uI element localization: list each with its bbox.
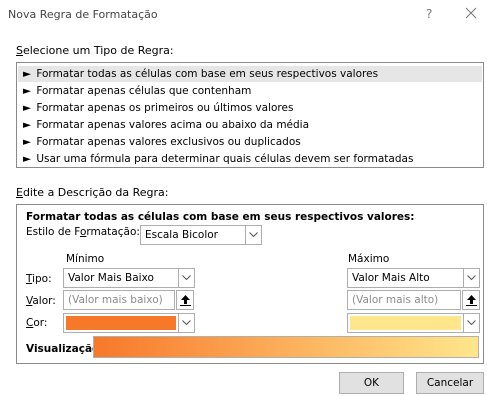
chevron-down-icon[interactable]	[178, 314, 194, 332]
arrow-right-icon: ►	[23, 85, 32, 97]
arrow-right-icon: ►	[23, 153, 32, 165]
chevron-down-icon[interactable]	[463, 269, 479, 287]
rule-type-item[interactable]: ► Usar uma fórmula para determinar quais…	[18, 151, 482, 167]
color-label: Cor:	[26, 317, 48, 329]
format-style-label: Estilo de Formatação:	[26, 226, 140, 238]
rule-type-item[interactable]: ► Formatar apenas valores acima ou abaix…	[18, 117, 482, 133]
close-icon[interactable]	[462, 4, 480, 22]
maximum-header: Máximo	[348, 253, 390, 265]
rule-type-list[interactable]: ► Formatar todas as células com base em …	[16, 62, 484, 168]
chevron-down-icon[interactable]	[178, 269, 194, 287]
maximum-type-select[interactable]: Valor Mais Alto	[347, 268, 480, 288]
maximum-color-picker[interactable]	[347, 313, 480, 333]
minimum-value-input[interactable]: (Valor mais baixo)	[63, 290, 175, 310]
rule-type-item[interactable]: ► Formatar apenas células que contenham	[18, 83, 482, 99]
value-label: Valor:	[26, 295, 56, 307]
ok-button[interactable]: OK	[339, 372, 404, 394]
minimum-color-swatch	[66, 316, 176, 330]
rule-type-item[interactable]: ► Formatar apenas valores exclusivos ou …	[18, 134, 482, 150]
rule-type-item[interactable]: ► Formatar apenas os primeiros ou último…	[18, 100, 482, 116]
chevron-down-icon[interactable]	[245, 226, 261, 244]
rule-type-section-label: Selecione um Tipo de Regra:	[16, 44, 174, 57]
help-button[interactable]: ?	[426, 7, 432, 21]
arrow-right-icon: ►	[23, 102, 32, 114]
preview-label: Visualização:	[26, 343, 104, 355]
rule-description-section-label: Edite a Descrição da Regra:	[16, 186, 169, 199]
cancel-button[interactable]: Cancelar	[416, 372, 484, 394]
arrow-right-icon: ►	[23, 136, 32, 148]
chevron-down-icon[interactable]	[463, 314, 479, 332]
maximum-color-swatch	[350, 316, 461, 330]
dialog-title-bar: Nova Regra de Formatação ?	[0, 0, 487, 30]
description-heading: Formatar todas as células com base em se…	[26, 211, 415, 223]
arrow-right-icon: ►	[23, 68, 32, 80]
maximum-value-input[interactable]: (Valor mais alto)	[347, 290, 461, 310]
minimum-type-select[interactable]: Valor Mais Baixo	[63, 268, 195, 288]
collapse-dialog-icon[interactable]	[176, 290, 194, 310]
rule-type-item[interactable]: ► Formatar todas as células com base em …	[18, 66, 482, 82]
color-scale-preview	[93, 336, 479, 358]
minimum-header: Mínimo	[66, 253, 105, 265]
dialog-title: Nova Regra de Formatação	[8, 8, 158, 21]
format-style-select[interactable]: Escala Bicolor	[140, 225, 262, 245]
arrow-right-icon: ►	[23, 119, 32, 131]
collapse-dialog-icon[interactable]	[462, 290, 480, 310]
minimum-color-picker[interactable]	[63, 313, 195, 333]
type-label: Tipo:	[26, 273, 52, 285]
rule-description-panel: Formatar todas as células com base em se…	[16, 204, 484, 364]
